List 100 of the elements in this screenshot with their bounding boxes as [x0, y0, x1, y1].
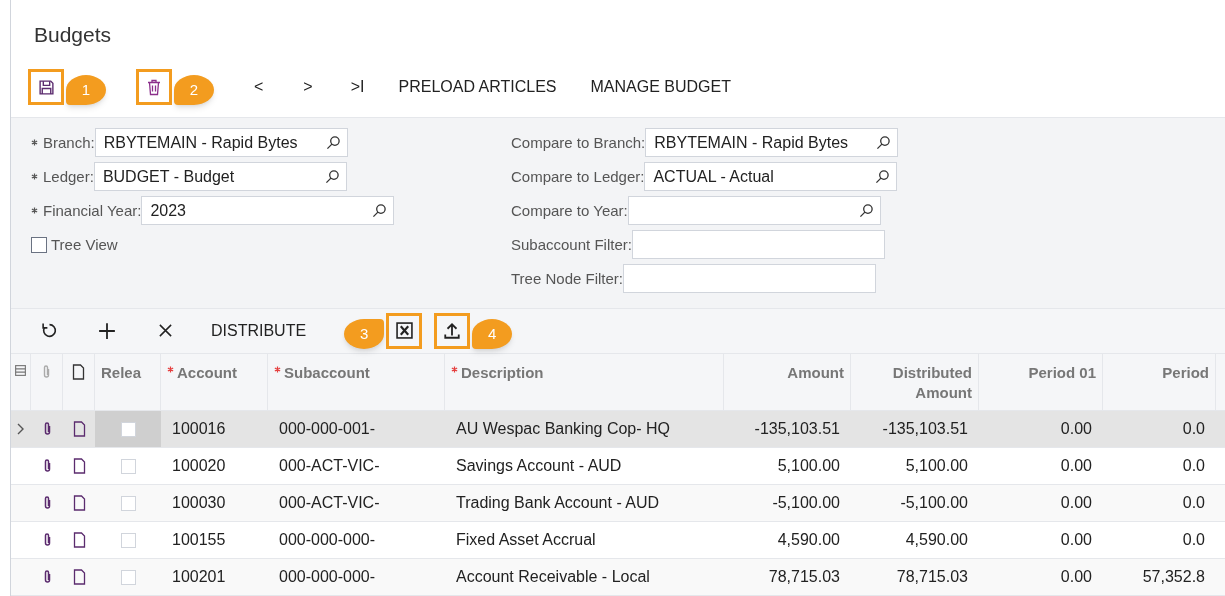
- table-cell: 5,100.00: [905, 457, 968, 474]
- search-icon: [875, 169, 891, 185]
- table-cell: 0.0: [1182, 494, 1205, 511]
- document-icon: [72, 421, 86, 437]
- table-cell: 57,352.8: [1142, 568, 1205, 585]
- column-header[interactable]: Relea: [95, 354, 161, 410]
- document-icon: [72, 532, 86, 548]
- table-cell: 0.0: [1182, 457, 1205, 474]
- input-field[interactable]: [623, 264, 876, 294]
- save-button[interactable]: [28, 69, 64, 106]
- checkbox[interactable]: [120, 458, 136, 474]
- grid-settings-icon: [14, 364, 27, 377]
- table-cell: 100020: [172, 457, 226, 474]
- toolbar-button[interactable]: DISTRIBUTE: [205, 313, 313, 348]
- document-icon: [72, 569, 86, 585]
- table-cell: 4,590.00: [777, 531, 840, 548]
- table-cell: 0.00: [1060, 568, 1092, 585]
- table-cell: 100016: [172, 420, 226, 437]
- checkbox[interactable]: [120, 421, 136, 437]
- field-label: Tree Node Filter:: [511, 268, 623, 289]
- checkbox[interactable]: [120, 532, 136, 548]
- table-cell: 0.00: [1060, 420, 1092, 437]
- callout-badge: 1: [66, 75, 106, 106]
- document-icon: [72, 458, 86, 474]
- lookup-field[interactable]: BUDGET - Budget: [93, 162, 347, 192]
- search-icon: [324, 169, 340, 185]
- callout-badge: 3: [344, 318, 385, 349]
- refresh-icon: [40, 322, 58, 340]
- chevron-right-icon: [17, 423, 25, 435]
- table-cell: -135,103.51: [882, 420, 968, 437]
- field-label: Compare to Branch:: [511, 132, 646, 153]
- paperclip-icon: [41, 364, 52, 380]
- table-cell: 000-000-000-: [279, 531, 376, 548]
- table-row[interactable]: 100155 000-000-000- Fixed Asset Accrual 4,590.00 4,590.00 0.00 0.0: [11, 522, 1225, 559]
- checkbox[interactable]: [120, 569, 136, 585]
- search-icon: [325, 135, 341, 151]
- table-row[interactable]: 100030 000-ACT-VIC- Trading Bank Account - AUD -5,100.00 -5,100.00 0.00 0.0: [11, 485, 1225, 522]
- table-cell: Trading Bank Account - AUD: [456, 494, 660, 511]
- column-header[interactable]: Period 01: [1028, 363, 1096, 410]
- lookup-field[interactable]: 2023: [141, 196, 395, 226]
- lookup-field[interactable]: RBYTEMAIN - Rapid Bytes: [645, 128, 899, 158]
- field-label: Compare to Ledger:: [511, 166, 645, 187]
- checkbox[interactable]: [120, 495, 136, 511]
- save-icon: [37, 78, 55, 96]
- table-cell: -135,103.51: [754, 420, 840, 437]
- table-cell: 100201: [172, 568, 226, 585]
- table-cell: 100155: [172, 531, 226, 548]
- close-icon: [157, 323, 173, 339]
- nav-button[interactable]: <: [248, 70, 270, 105]
- table-cell: 0.00: [1060, 494, 1092, 511]
- field-label: Subaccount Filter:: [511, 234, 632, 255]
- column-header[interactable]: Account: [177, 363, 237, 410]
- callout-badge: 2: [174, 75, 214, 106]
- field-label: Compare to Year:: [511, 200, 628, 221]
- table-row[interactable]: 100020 000-ACT-VIC- Savings Account - AUD 5,100.00 5,100.00 0.00 0.0: [11, 448, 1225, 485]
- field-label: Financial Year:: [43, 200, 142, 221]
- tree-view-checkbox[interactable]: Tree View: [31, 233, 118, 257]
- trash-button[interactable]: [136, 69, 172, 106]
- page-title: Budgets: [33, 22, 113, 48]
- toolbar-button[interactable]: PRELOAD ARTICLES: [392, 70, 563, 105]
- table-cell: 0.00: [1060, 531, 1092, 548]
- search-icon: [372, 203, 388, 219]
- table-cell: 78,715.03: [896, 568, 968, 585]
- table-cell: 78,715.03: [768, 568, 840, 585]
- table-cell: 0.00: [1060, 457, 1092, 474]
- table-cell: Savings Account - AUD: [456, 457, 622, 474]
- table-cell: 000-ACT-VIC-: [279, 494, 380, 511]
- nav-button[interactable]: >: [297, 70, 319, 105]
- table-cell: -5,100.00: [772, 494, 840, 511]
- lookup-field[interactable]: [627, 196, 881, 226]
- table-cell: Account Receivable - Local: [456, 568, 650, 585]
- table-cell: -5,100.00: [900, 494, 968, 511]
- table-cell: Fixed Asset Accrual: [456, 531, 596, 548]
- table-cell: 000-ACT-VIC-: [279, 457, 380, 474]
- table-cell: 000-000-000-: [279, 568, 376, 585]
- trash-icon: [147, 78, 161, 96]
- table-row[interactable]: 100016 000-000-001- AU Wespac Banking Cop- HQ -135,103.51 -135,103.51 0.00 0.0: [11, 411, 1225, 448]
- nav-button[interactable]: >I: [344, 70, 371, 105]
- plus-icon: [98, 321, 116, 340]
- lookup-field[interactable]: ACTUAL - Actual: [644, 162, 898, 192]
- input-field[interactable]: [631, 230, 885, 260]
- table-cell: 5,100.00: [777, 457, 840, 474]
- table-cell: 0.0: [1182, 420, 1205, 437]
- upload-button[interactable]: [434, 312, 471, 349]
- document-icon: [72, 364, 85, 380]
- column-header[interactable]: Amount: [787, 363, 844, 410]
- table-cell: 100030: [172, 494, 226, 511]
- upload-icon: [443, 321, 462, 340]
- column-header[interactable]: Distributed Amount: [857, 363, 972, 410]
- column-header[interactable]: Subaccount: [284, 363, 370, 410]
- table-cell: AU Wespac Banking Cop- HQ: [456, 420, 670, 437]
- toolbar-button[interactable]: MANAGE BUDGET: [584, 70, 737, 105]
- lookup-field[interactable]: RBYTEMAIN - Rapid Bytes: [94, 128, 348, 158]
- table-cell: 0.0: [1182, 531, 1205, 548]
- column-header[interactable]: Description: [461, 363, 544, 410]
- table-row[interactable]: 100201 000-000-000- Account Receivable - Local 78,715.03 78,715.03 0.00 57,352.8: [11, 559, 1225, 596]
- table-cell: 4,590.00: [905, 531, 968, 548]
- spreadsheet-button[interactable]: [386, 312, 423, 349]
- column-header[interactable]: Period: [1162, 363, 1209, 410]
- field-label: Ledger:: [43, 166, 94, 187]
